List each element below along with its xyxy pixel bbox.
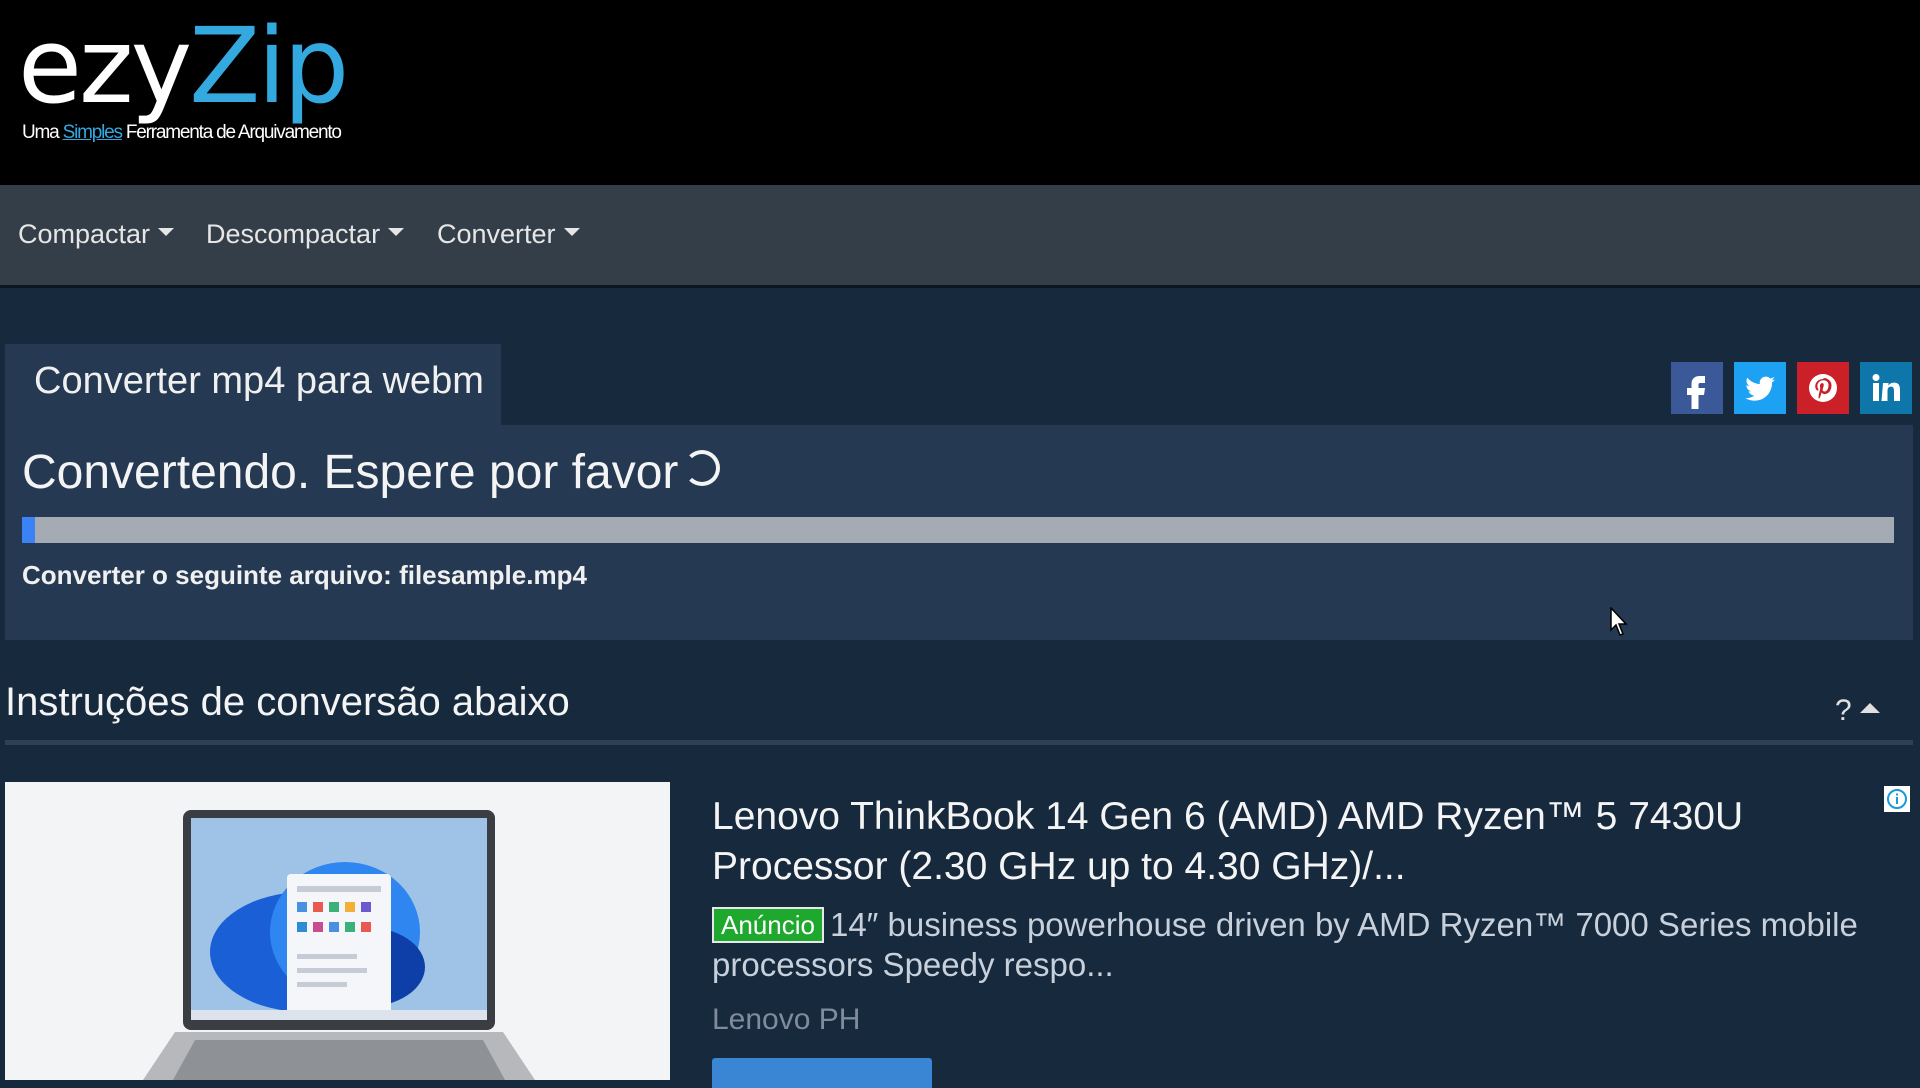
nav-label: Descompactar xyxy=(206,219,381,249)
nav-label: Converter xyxy=(437,219,556,249)
logo-ezy: ezy xyxy=(18,5,192,127)
laptop-image-icon xyxy=(5,782,670,1080)
tagline-before: Uma xyxy=(22,122,60,143)
ad-description: Anúncio 14″ business powerhouse driven by… xyxy=(712,905,1862,985)
ad-product-image[interactable] xyxy=(5,782,670,1080)
file-label: Converter o seguinte arquivo: filesample… xyxy=(22,560,587,590)
help-icon: ? xyxy=(1835,694,1852,727)
ad-description-text: 14″ business powerhouse driven by AMD Ry… xyxy=(712,906,1858,983)
facebook-icon xyxy=(1687,376,1705,409)
ad-source: Lenovo PH xyxy=(712,1003,861,1036)
conversion-status: Convertendo. Espere por favor xyxy=(22,445,721,500)
main-navbar: Compactar Descompactar Converter xyxy=(0,185,1920,288)
ad-info-icon[interactable] xyxy=(1884,786,1910,812)
twitter-icon xyxy=(1745,376,1775,401)
pinterest-icon xyxy=(1809,374,1837,402)
pinterest-share-button[interactable] xyxy=(1797,362,1849,414)
tagline-highlight: Simples xyxy=(62,122,123,143)
conversion-status-text: Convertendo. Espere por favor xyxy=(22,446,679,499)
logo-text: ezyZip xyxy=(18,14,349,118)
progress-bar-fill xyxy=(22,517,35,543)
ad-title-link[interactable]: Lenovo ThinkBook 14 Gen 6 (AMD) AMD Ryze… xyxy=(712,792,1862,892)
converter-tab: Converter mp4 para webm xyxy=(5,344,501,426)
caret-down-icon xyxy=(158,227,175,236)
linkedin-share-button[interactable] xyxy=(1860,362,1912,414)
ezyzip-logo[interactable]: ezyZip Uma Simples Ferramenta de Arquiva… xyxy=(18,14,349,143)
ad-cta-button[interactable] xyxy=(712,1058,932,1088)
mouse-cursor-icon xyxy=(1610,607,1628,636)
nav-compactar-dropdown[interactable]: Compactar xyxy=(18,219,175,250)
nav-label: Compactar xyxy=(18,219,151,249)
loading-spinner-icon xyxy=(684,450,721,486)
logo-tagline: Uma Simples Ferramenta de Arquivamento xyxy=(22,122,342,144)
linkedin-icon xyxy=(1872,374,1900,401)
caret-up-icon xyxy=(1859,703,1880,714)
section-divider xyxy=(5,740,1913,745)
nav-converter-dropdown[interactable]: Converter xyxy=(437,219,580,250)
facebook-share-button[interactable] xyxy=(1671,362,1723,414)
twitter-share-button[interactable] xyxy=(1734,362,1786,414)
site-header: ezyZip Uma Simples Ferramenta de Arquiva… xyxy=(0,0,1920,185)
nav-descompactar-dropdown[interactable]: Descompactar xyxy=(206,219,405,250)
page-title: Converter mp4 para webm xyxy=(34,360,484,402)
tagline-after: Ferramenta de Arquivamento xyxy=(125,122,342,143)
ad-badge: Anúncio xyxy=(712,907,824,943)
instructions-heading: Instruções de conversão abaixo xyxy=(5,680,570,724)
progress-bar xyxy=(22,517,1894,543)
caret-down-icon xyxy=(388,227,405,236)
instructions-toggle[interactable]: ? xyxy=(1835,694,1880,728)
logo-zip: Zip xyxy=(189,5,349,127)
caret-down-icon xyxy=(563,227,580,236)
